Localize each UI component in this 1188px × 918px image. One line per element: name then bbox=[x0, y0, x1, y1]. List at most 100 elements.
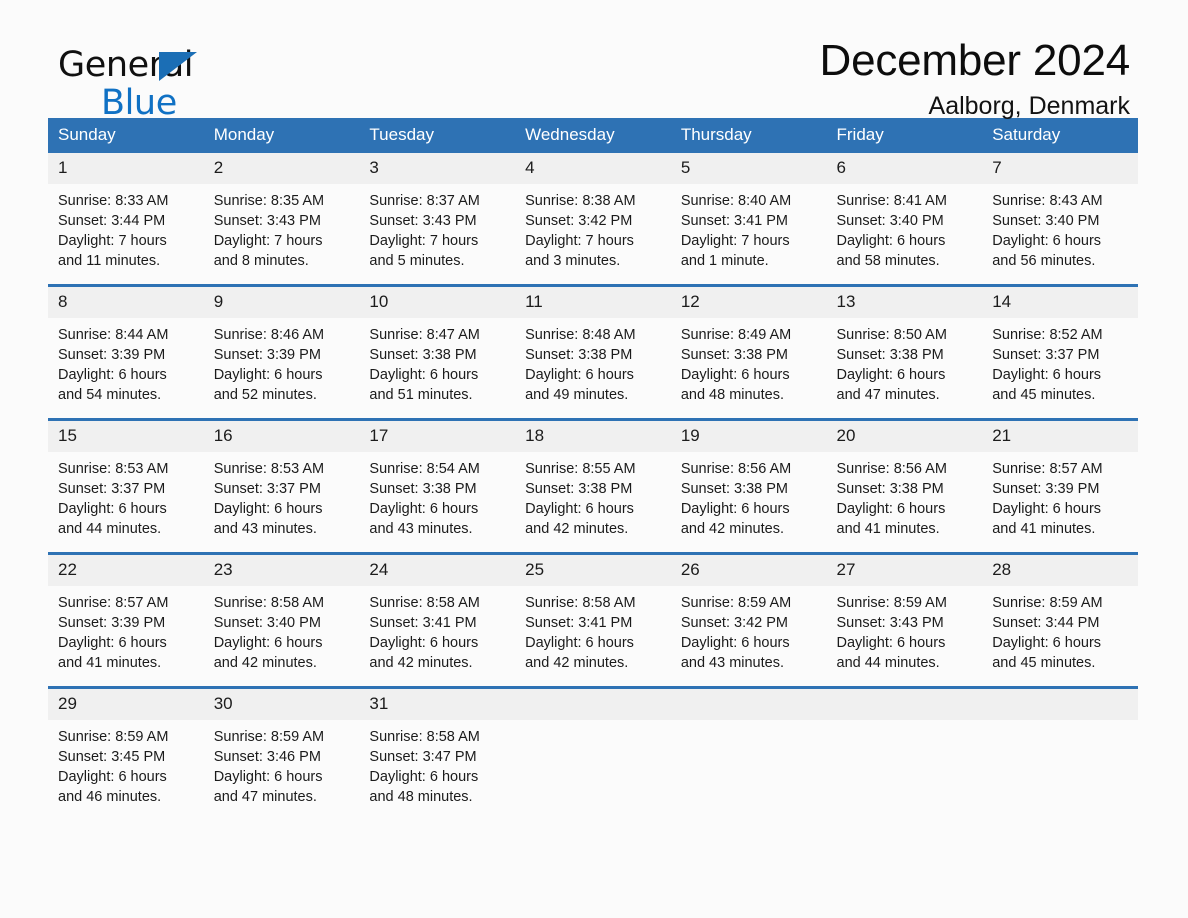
calendar-week-row: 29 Sunrise: 8:59 AM Sunset: 3:45 PM Dayl… bbox=[48, 686, 1138, 820]
day-cell[interactable]: 14 Sunrise: 8:52 AM Sunset: 3:37 PM Dayl… bbox=[982, 284, 1138, 420]
sunrise-line: Sunrise: 8:43 AM bbox=[992, 193, 1103, 209]
sunrise-line: Sunrise: 8:49 AM bbox=[680, 327, 792, 343]
daylight-line-1: Daylight: 6 hours bbox=[58, 635, 167, 651]
sunset-line: Sunset: 3:38 PM bbox=[369, 481, 477, 497]
day-cell[interactable]: 16 Sunrise: 8:53 AM Sunset: 3:37 PM Dayl… bbox=[203, 418, 360, 554]
day-cell[interactable]: 19 Sunrise: 8:56 AM Sunset: 3:38 PM Dayl… bbox=[670, 418, 827, 554]
daylight-line-2: and 41 minutes. bbox=[992, 521, 1096, 537]
day-number: 31 bbox=[359, 689, 516, 720]
day-cell[interactable]: 8 Sunrise: 8:44 AM Sunset: 3:39 PM Dayli… bbox=[48, 284, 204, 420]
daylight-line-2: and 41 minutes. bbox=[836, 521, 940, 537]
daylight-line-2: and 47 minutes. bbox=[836, 387, 940, 403]
sunrise-line: Sunrise: 8:58 AM bbox=[525, 595, 636, 611]
daylight-line-1: Daylight: 6 hours bbox=[58, 501, 167, 517]
sunrise-line: Sunrise: 8:59 AM bbox=[680, 595, 792, 611]
day-number: 22 bbox=[48, 555, 204, 586]
sunrise-line: Sunrise: 8:53 AM bbox=[58, 461, 169, 477]
daylight-line-2: and 41 minutes. bbox=[58, 655, 162, 671]
day-cell[interactable]: 15 Sunrise: 8:53 AM Sunset: 3:37 PM Dayl… bbox=[48, 418, 204, 554]
day-cell[interactable]: 11 Sunrise: 8:48 AM Sunset: 3:38 PM Dayl… bbox=[515, 284, 671, 420]
day-number bbox=[515, 689, 671, 720]
daylight-line-1: Daylight: 6 hours bbox=[836, 635, 946, 651]
day-details: Sunrise: 8:53 AM Sunset: 3:37 PM Dayligh… bbox=[204, 452, 360, 539]
sunrise-line: Sunrise: 8:50 AM bbox=[836, 327, 947, 343]
day-number: 20 bbox=[826, 421, 983, 452]
daylight-line-1: Daylight: 6 hours bbox=[680, 501, 790, 517]
daylight-line-2: and 3 minutes. bbox=[525, 253, 621, 269]
daylight-line-1: Daylight: 6 hours bbox=[680, 635, 790, 651]
day-cell[interactable]: 23 Sunrise: 8:58 AM Sunset: 3:40 PM Dayl… bbox=[203, 552, 360, 688]
day-cell-empty bbox=[515, 686, 671, 820]
day-cell[interactable]: 31 Sunrise: 8:58 AM Sunset: 3:47 PM Dayl… bbox=[359, 686, 516, 820]
sunset-line: Sunset: 3:38 PM bbox=[836, 347, 944, 363]
sunset-line: Sunset: 3:43 PM bbox=[836, 615, 944, 631]
daylight-line-1: Daylight: 6 hours bbox=[836, 367, 946, 383]
daylight-line-2: and 56 minutes. bbox=[992, 253, 1096, 269]
sunset-line: Sunset: 3:38 PM bbox=[525, 347, 633, 363]
day-details: Sunrise: 8:49 AM Sunset: 3:38 PM Dayligh… bbox=[671, 318, 827, 405]
weekday-header-tuesday: Tuesday bbox=[359, 118, 516, 153]
day-cell[interactable]: 22 Sunrise: 8:57 AM Sunset: 3:39 PM Dayl… bbox=[48, 552, 204, 688]
day-details: Sunrise: 8:59 AM Sunset: 3:46 PM Dayligh… bbox=[204, 720, 360, 807]
day-cell[interactable]: 2 Sunrise: 8:35 AM Sunset: 3:43 PM Dayli… bbox=[203, 153, 360, 286]
day-cell[interactable]: 27 Sunrise: 8:59 AM Sunset: 3:43 PM Dayl… bbox=[826, 552, 983, 688]
day-cell[interactable]: 21 Sunrise: 8:57 AM Sunset: 3:39 PM Dayl… bbox=[982, 418, 1138, 554]
daylight-line-1: Daylight: 6 hours bbox=[369, 367, 479, 383]
day-cell[interactable]: 7 Sunrise: 8:43 AM Sunset: 3:40 PM Dayli… bbox=[982, 153, 1138, 286]
daylight-line-2: and 42 minutes. bbox=[525, 655, 629, 671]
daylight-line-1: Daylight: 6 hours bbox=[213, 501, 323, 517]
sunset-line: Sunset: 3:37 PM bbox=[213, 481, 321, 497]
sunset-line: Sunset: 3:38 PM bbox=[525, 481, 633, 497]
logo-text-general: General bbox=[58, 48, 197, 84]
day-number: 25 bbox=[515, 555, 671, 586]
day-cell[interactable]: 29 Sunrise: 8:59 AM Sunset: 3:45 PM Dayl… bbox=[48, 686, 204, 820]
day-cell[interactable]: 9 Sunrise: 8:46 AM Sunset: 3:39 PM Dayli… bbox=[203, 284, 360, 420]
day-number: 6 bbox=[826, 153, 983, 184]
sunset-line: Sunset: 3:39 PM bbox=[992, 481, 1100, 497]
day-number: 16 bbox=[203, 421, 360, 452]
day-number bbox=[982, 689, 1138, 720]
sunset-line: Sunset: 3:47 PM bbox=[369, 749, 477, 765]
day-cell[interactable]: 25 Sunrise: 8:58 AM Sunset: 3:41 PM Dayl… bbox=[515, 552, 671, 688]
day-cell[interactable]: 28 Sunrise: 8:59 AM Sunset: 3:44 PM Dayl… bbox=[982, 552, 1138, 688]
day-cell[interactable]: 30 Sunrise: 8:59 AM Sunset: 3:46 PM Dayl… bbox=[203, 686, 360, 820]
daylight-line-2: and 51 minutes. bbox=[369, 387, 473, 403]
sunrise-line: Sunrise: 8:53 AM bbox=[213, 461, 325, 477]
day-cell[interactable]: 6 Sunrise: 8:41 AM Sunset: 3:40 PM Dayli… bbox=[826, 153, 983, 286]
day-cell[interactable]: 5 Sunrise: 8:40 AM Sunset: 3:41 PM Dayli… bbox=[670, 153, 827, 286]
day-cell[interactable]: 17 Sunrise: 8:54 AM Sunset: 3:38 PM Dayl… bbox=[359, 418, 516, 554]
daylight-line-2: and 42 minutes. bbox=[525, 521, 629, 537]
day-details: Sunrise: 8:50 AM Sunset: 3:38 PM Dayligh… bbox=[827, 318, 983, 405]
day-cell[interactable]: 3 Sunrise: 8:37 AM Sunset: 3:43 PM Dayli… bbox=[359, 153, 516, 286]
day-number: 21 bbox=[982, 421, 1138, 452]
daylight-line-1: Daylight: 6 hours bbox=[58, 367, 167, 383]
daylight-line-2: and 44 minutes. bbox=[58, 521, 162, 537]
sunset-line: Sunset: 3:39 PM bbox=[213, 347, 321, 363]
page-title: December 2024 bbox=[819, 36, 1131, 85]
sunrise-line: Sunrise: 8:58 AM bbox=[369, 729, 480, 745]
day-cell[interactable]: 12 Sunrise: 8:49 AM Sunset: 3:38 PM Dayl… bbox=[670, 284, 827, 420]
day-details: Sunrise: 8:37 AM Sunset: 3:43 PM Dayligh… bbox=[359, 184, 515, 271]
day-number: 18 bbox=[515, 421, 671, 452]
day-number: 12 bbox=[670, 287, 827, 318]
calendar-week-row: 1 Sunrise: 8:33 AM Sunset: 3:44 PM Dayli… bbox=[48, 153, 1138, 286]
day-cell[interactable]: 18 Sunrise: 8:55 AM Sunset: 3:38 PM Dayl… bbox=[515, 418, 671, 554]
generalblue-logo[interactable]: General Blue bbox=[58, 48, 197, 121]
day-cell[interactable]: 4 Sunrise: 8:38 AM Sunset: 3:42 PM Dayli… bbox=[515, 153, 671, 286]
daylight-line-2: and 48 minutes. bbox=[369, 789, 473, 805]
sunrise-line: Sunrise: 8:59 AM bbox=[836, 595, 947, 611]
sunrise-line: Sunrise: 8:57 AM bbox=[992, 461, 1103, 477]
day-cell[interactable]: 24 Sunrise: 8:58 AM Sunset: 3:41 PM Dayl… bbox=[359, 552, 516, 688]
day-cell[interactable]: 13 Sunrise: 8:50 AM Sunset: 3:38 PM Dayl… bbox=[826, 284, 983, 420]
sunrise-line: Sunrise: 8:56 AM bbox=[836, 461, 947, 477]
day-details: Sunrise: 8:59 AM Sunset: 3:45 PM Dayligh… bbox=[48, 720, 204, 807]
day-cell[interactable]: 1 Sunrise: 8:33 AM Sunset: 3:44 PM Dayli… bbox=[48, 153, 204, 286]
sunset-line: Sunset: 3:38 PM bbox=[369, 347, 477, 363]
day-cell[interactable]: 10 Sunrise: 8:47 AM Sunset: 3:38 PM Dayl… bbox=[359, 284, 516, 420]
day-number: 24 bbox=[359, 555, 516, 586]
daylight-line-1: Daylight: 6 hours bbox=[369, 635, 479, 651]
daylight-line-1: Daylight: 6 hours bbox=[680, 367, 790, 383]
daylight-line-2: and 42 minutes. bbox=[213, 655, 317, 671]
day-cell[interactable]: 20 Sunrise: 8:56 AM Sunset: 3:38 PM Dayl… bbox=[826, 418, 983, 554]
day-cell[interactable]: 26 Sunrise: 8:59 AM Sunset: 3:42 PM Dayl… bbox=[670, 552, 827, 688]
